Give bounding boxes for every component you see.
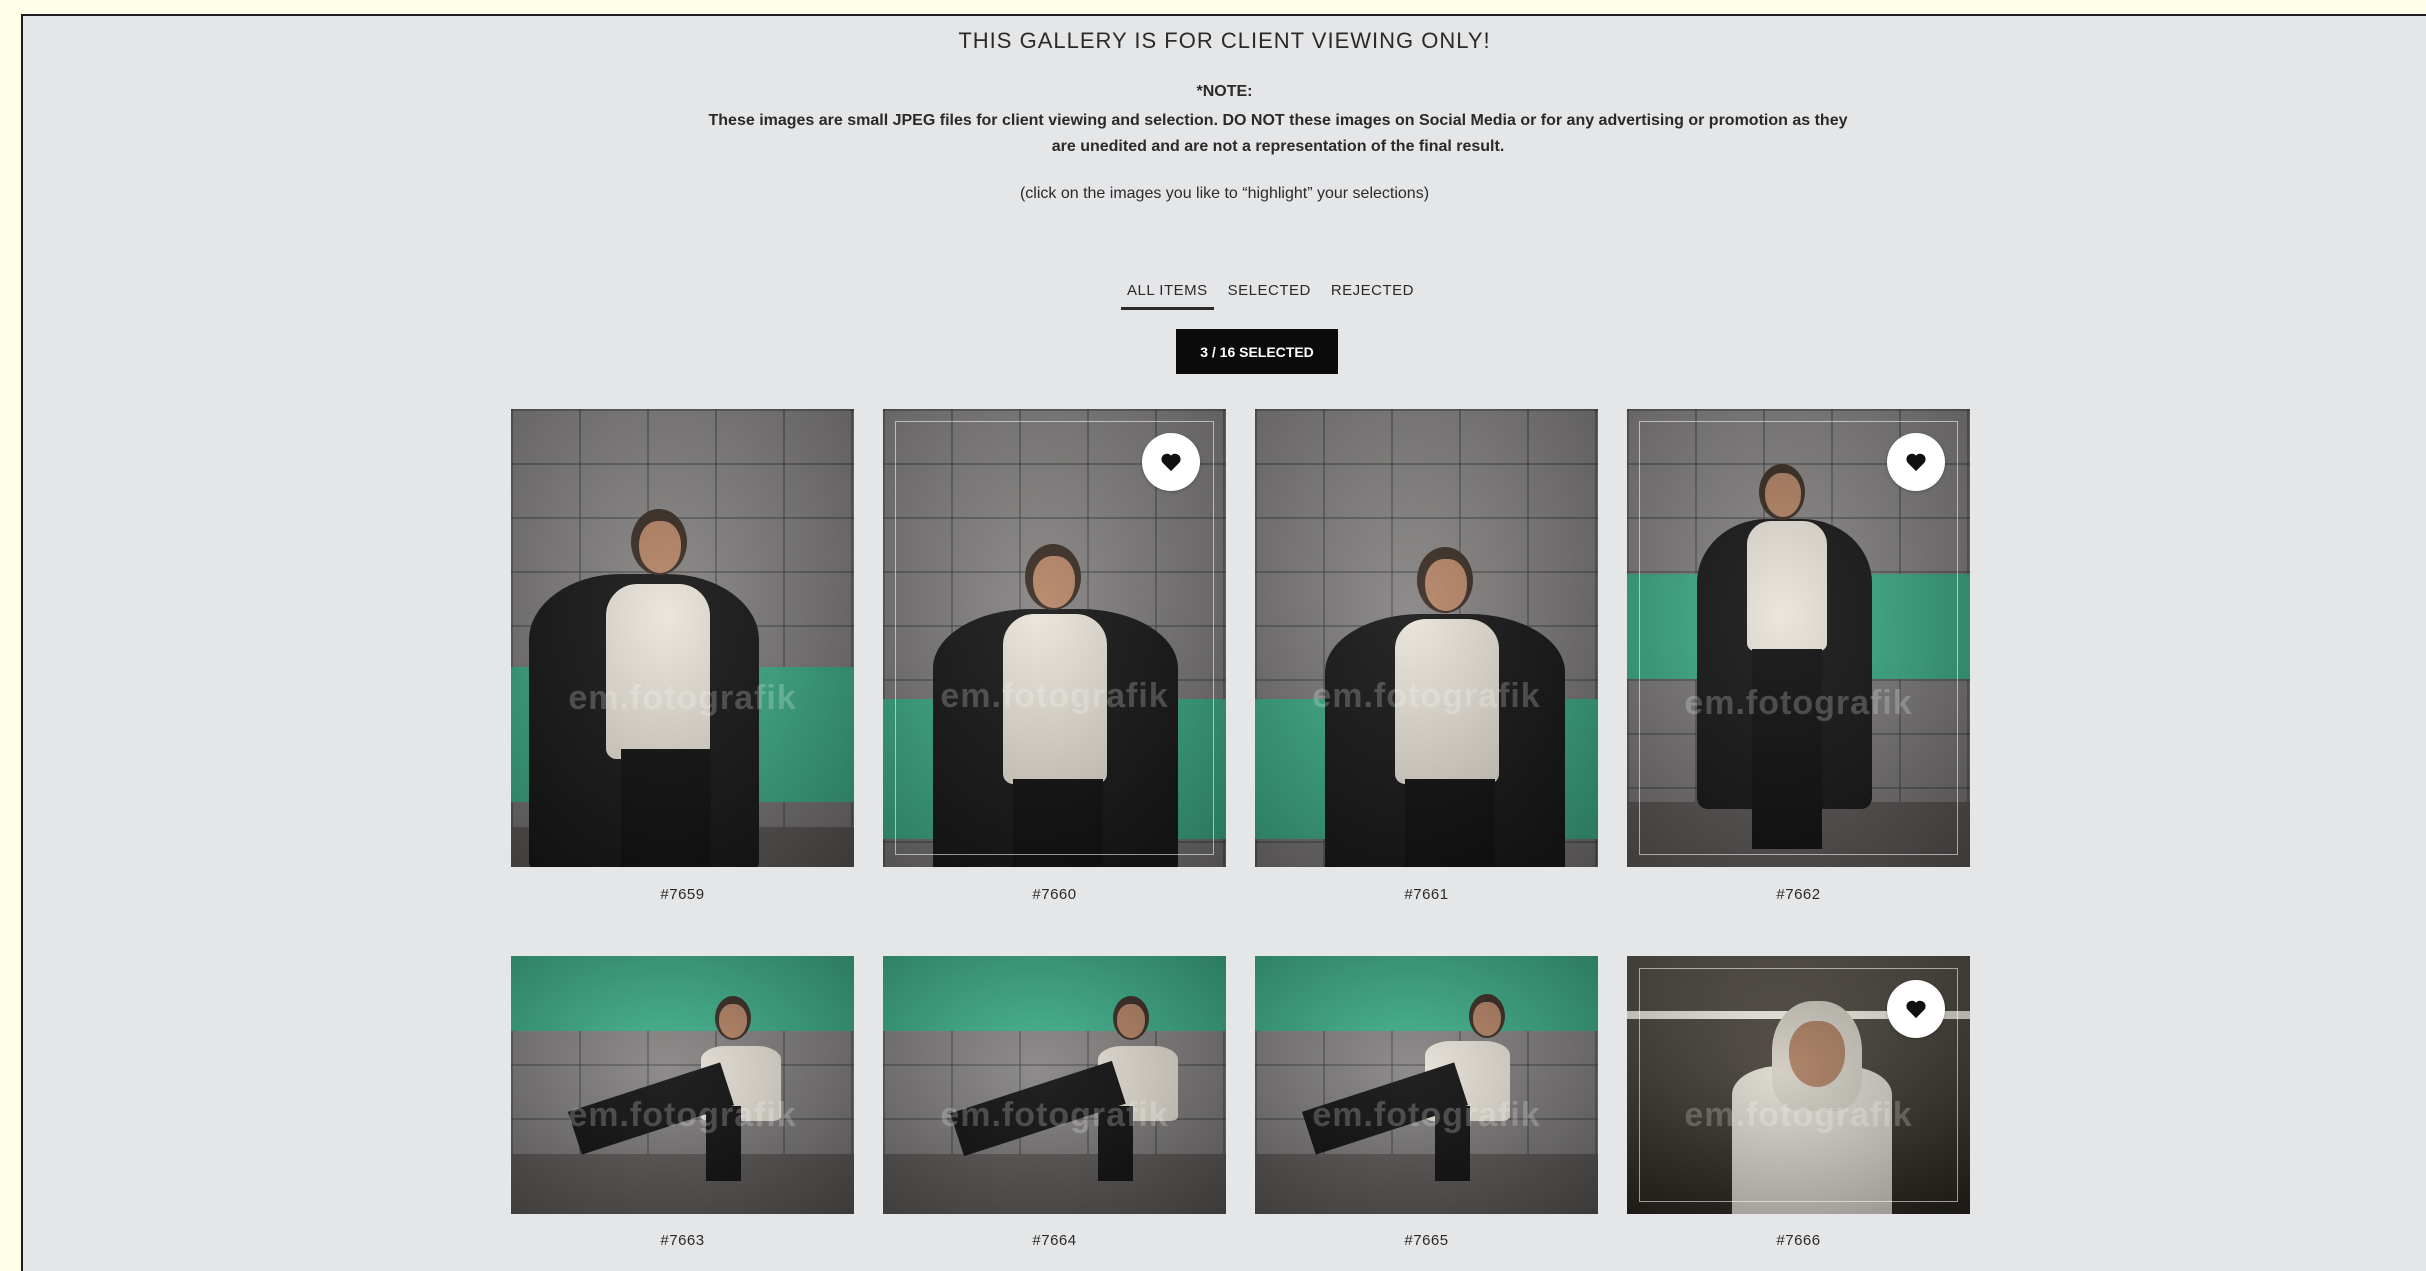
- photo-caption: #7665: [1404, 1232, 1449, 1249]
- selected-heart-button[interactable]: [1887, 433, 1945, 491]
- selection-hint: (click on the images you like to “highli…: [1019, 185, 1430, 202]
- photo-thumbnail[interactable]: em.fotografik: [511, 409, 854, 867]
- gallery-page: THIS GALLERY IS FOR CLIENT VIEWING ONLY!…: [21, 14, 2426, 1271]
- tab-selected[interactable]: SELECTED: [1222, 278, 1317, 310]
- heart-icon: [1161, 453, 1181, 472]
- tab-all-items[interactable]: ALL ITEMS: [1121, 278, 1214, 310]
- photo-thumbnail[interactable]: em.fotografik: [1255, 956, 1598, 1214]
- watermark-text: em.fotografik: [940, 677, 1169, 715]
- filter-tabs: ALL ITEMS SELECTED REJECTED: [1121, 278, 1420, 310]
- heart-icon: [1906, 453, 1926, 472]
- watermark-text: em.fotografik: [1312, 1096, 1541, 1134]
- selection-counter-button[interactable]: 3 / 16 SELECTED: [1176, 329, 1338, 374]
- tab-rejected[interactable]: REJECTED: [1325, 278, 1420, 310]
- photo-thumbnail[interactable]: em.fotografik: [1255, 409, 1598, 867]
- photo-caption: #7660: [1032, 886, 1077, 903]
- watermark-text: em.fotografik: [568, 679, 797, 717]
- watermark-text: em.fotografik: [568, 1096, 797, 1134]
- photo-caption: #7666: [1776, 1232, 1821, 1249]
- photo-thumbnail[interactable]: em.fotografik: [511, 956, 854, 1214]
- watermark-text: em.fotografik: [940, 1096, 1169, 1134]
- photo-thumbnail[interactable]: em.fotografik: [883, 956, 1226, 1214]
- note-body: These images are small JPEG files for cl…: [708, 112, 1848, 155]
- heart-icon: [1906, 1000, 1926, 1019]
- photo-caption: #7663: [660, 1232, 705, 1249]
- watermark-text: em.fotografik: [1312, 677, 1541, 715]
- photo-caption: #7664: [1032, 1232, 1077, 1249]
- selected-heart-button[interactable]: [1142, 433, 1200, 491]
- photo-caption: #7661: [1404, 886, 1449, 903]
- note-title: *NOTE:: [1196, 83, 1253, 100]
- watermark-text: em.fotografik: [1684, 684, 1913, 722]
- gallery-heading: THIS GALLERY IS FOR CLIENT VIEWING ONLY!: [958, 28, 1491, 53]
- photo-caption: #7662: [1776, 886, 1821, 903]
- selected-heart-button[interactable]: [1887, 980, 1945, 1038]
- watermark-text: em.fotografik: [1684, 1096, 1913, 1134]
- photo-caption: #7659: [660, 886, 705, 903]
